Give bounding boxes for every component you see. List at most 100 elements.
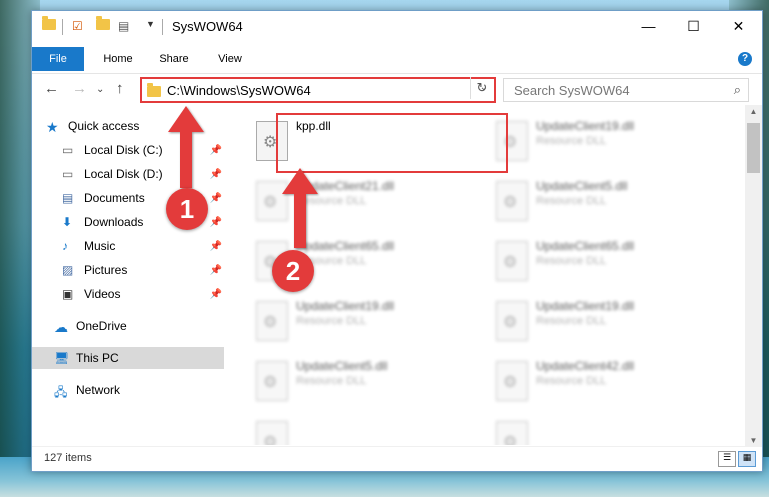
- forward-arrow-icon[interactable]: →: [72, 80, 87, 97]
- dll-file-icon: [256, 181, 288, 221]
- nav-item-label: Pictures: [84, 263, 128, 277]
- address-bar[interactable]: C:\Windows\SysWOW64 ⌄: [140, 77, 496, 103]
- pin-icon[interactable]: 📌: [210, 193, 222, 204]
- file-name: UpdateClient19.dll: [536, 119, 635, 133]
- toolbar-separator: [62, 19, 63, 35]
- file-name: UpdateClient21.dll: [296, 179, 395, 193]
- file-type: Resource DLL: [536, 135, 607, 147]
- pin-icon[interactable]: 📌: [210, 217, 222, 228]
- kpp-dll-highlight-box: [276, 113, 508, 173]
- pin-icon[interactable]: 📌: [210, 265, 222, 276]
- file-item-partial[interactable]: [488, 413, 708, 445]
- folder-icon: [42, 16, 56, 30]
- file-name: UpdateClient65.dll: [296, 239, 395, 253]
- file-item[interactable]: UpdateClient65.dll Resource DLL: [488, 233, 708, 287]
- scroll-up-icon[interactable]: ▲: [745, 107, 762, 116]
- close-button[interactable]: ✕: [716, 11, 761, 41]
- explorer-window: ☑ ▤ ▼ SysWOW64 — ☐ ✕ File Home Share Vie…: [31, 10, 763, 472]
- vertical-scrollbar[interactable]: ▲ ▼: [745, 105, 762, 447]
- nav-item-quick-access[interactable]: ★ Quick access: [46, 115, 238, 137]
- videos-icon: ▣: [62, 287, 74, 301]
- up-arrow-icon[interactable]: ↑: [116, 80, 124, 97]
- music-icon: ♪: [62, 239, 68, 253]
- dll-file-icon: [256, 301, 288, 341]
- scroll-down-icon[interactable]: ▼: [745, 436, 762, 445]
- navigation-pane: ★ Quick access ▭ Local Disk (C:) 📌 ▭ Loc…: [32, 105, 228, 445]
- documents-icon: ▤: [62, 191, 74, 205]
- dll-file-icon: [496, 301, 528, 341]
- nav-item-network[interactable]: 🖧 Network: [54, 379, 224, 401]
- file-item-partial[interactable]: [248, 413, 468, 445]
- pin-icon[interactable]: 📌: [210, 169, 222, 180]
- file-item[interactable]: UpdateClient19.dll Resource DLL: [488, 293, 708, 347]
- file-item[interactable]: UpdateClient19.dll Resource DLL: [248, 293, 468, 347]
- nav-item-local-disk-c[interactable]: ▭ Local Disk (C:) 📌: [62, 139, 224, 161]
- nav-item-label: Documents: [84, 191, 145, 205]
- properties-icon[interactable]: ☑: [72, 19, 83, 33]
- new-folder-icon[interactable]: [96, 16, 110, 30]
- dll-file-icon: [496, 361, 528, 401]
- customize-dropdown-icon[interactable]: ▼: [146, 19, 155, 29]
- nav-item-label: Music: [84, 239, 116, 253]
- customize-toolbar-icon[interactable]: ▤: [118, 19, 129, 33]
- nav-item-label: Network: [76, 383, 121, 397]
- file-item[interactable]: UpdateClient19.dll Resource DLL: [488, 113, 708, 167]
- nav-item-label: Videos: [84, 287, 121, 301]
- file-type: Resource DLL: [536, 375, 607, 387]
- nav-item-local-disk-d[interactable]: ▭ Local Disk (D:) 📌: [62, 163, 224, 185]
- file-item[interactable]: UpdateClient5.dll Resource DLL: [248, 353, 468, 407]
- details-view-icon[interactable]: ☰: [718, 451, 736, 467]
- refresh-icon[interactable]: ↻: [470, 77, 493, 99]
- file-item[interactable]: UpdateClient21.dll Resource DLL: [248, 173, 468, 227]
- help-icon[interactable]: ?: [738, 52, 752, 66]
- tab-file[interactable]: File: [32, 47, 84, 71]
- nav-item-label: This PC: [76, 351, 119, 365]
- tab-share[interactable]: Share: [150, 47, 198, 71]
- nav-item-label: Downloads: [84, 215, 144, 229]
- search-icon: ⌕: [733, 82, 741, 97]
- pin-icon[interactable]: 📌: [210, 289, 222, 300]
- search-input[interactable]: Search SysWOW64 ⌕: [503, 78, 749, 102]
- status-bar: 127 items ☰ ▦: [32, 446, 762, 471]
- folder-icon: [147, 83, 161, 97]
- tab-home[interactable]: Home: [94, 47, 142, 71]
- pin-icon[interactable]: 📌: [210, 145, 222, 156]
- file-name: UpdateClient5.dll: [536, 179, 628, 193]
- item-count: 127 items: [44, 452, 92, 464]
- dll-file-icon: [496, 241, 528, 281]
- scrollbar-thumb[interactable]: [747, 123, 760, 173]
- dll-file-icon: [256, 361, 288, 401]
- minimize-button[interactable]: —: [626, 11, 671, 41]
- drive-icon: ▭: [62, 143, 74, 157]
- cloud-icon: ☁: [54, 319, 68, 335]
- nav-item-this-pc[interactable]: 🖥 This PC: [32, 347, 224, 369]
- tab-view[interactable]: View: [206, 47, 254, 71]
- pictures-icon: ▨: [62, 263, 74, 277]
- nav-item-videos[interactable]: ▣ Videos 📌: [62, 283, 224, 305]
- address-path: C:\Windows\SysWOW64: [167, 83, 311, 98]
- nav-item-onedrive[interactable]: ☁ OneDrive: [54, 315, 224, 337]
- drive-icon: ▭: [62, 167, 74, 181]
- large-icons-view-icon[interactable]: ▦: [738, 451, 756, 467]
- nav-item-pictures[interactable]: ▨ Pictures 📌: [62, 259, 224, 281]
- file-type: Resource DLL: [296, 195, 367, 207]
- file-type: Resource DLL: [296, 375, 367, 387]
- recent-locations-chevron-icon[interactable]: ⌄: [96, 84, 104, 95]
- nav-item-label: Local Disk (D:): [84, 167, 163, 181]
- pin-icon[interactable]: 📌: [210, 241, 222, 252]
- computer-icon: 🖥: [54, 351, 70, 365]
- download-icon: ⬇: [62, 215, 73, 229]
- maximize-button[interactable]: ☐: [671, 11, 716, 41]
- file-item[interactable]: UpdateClient5.dll Resource DLL: [488, 173, 708, 227]
- nav-item-music[interactable]: ♪ Music 📌: [62, 235, 224, 257]
- ribbon-tabs: File Home Share View ?: [32, 47, 762, 71]
- address-row: ← → ⌄ ↑ C:\Windows\SysWOW64 ⌄ ↻ Search S…: [32, 73, 762, 104]
- file-name: UpdateClient42.dll: [536, 359, 635, 373]
- file-type: Resource DLL: [536, 315, 607, 327]
- back-arrow-icon[interactable]: ←: [44, 80, 59, 97]
- network-icon: 🖧: [54, 385, 68, 399]
- file-item[interactable]: UpdateClient42.dll Resource DLL: [488, 353, 708, 407]
- step-2-badge: 2: [272, 250, 314, 292]
- file-name: UpdateClient65.dll: [536, 239, 635, 253]
- file-name: UpdateClient19.dll: [296, 299, 395, 313]
